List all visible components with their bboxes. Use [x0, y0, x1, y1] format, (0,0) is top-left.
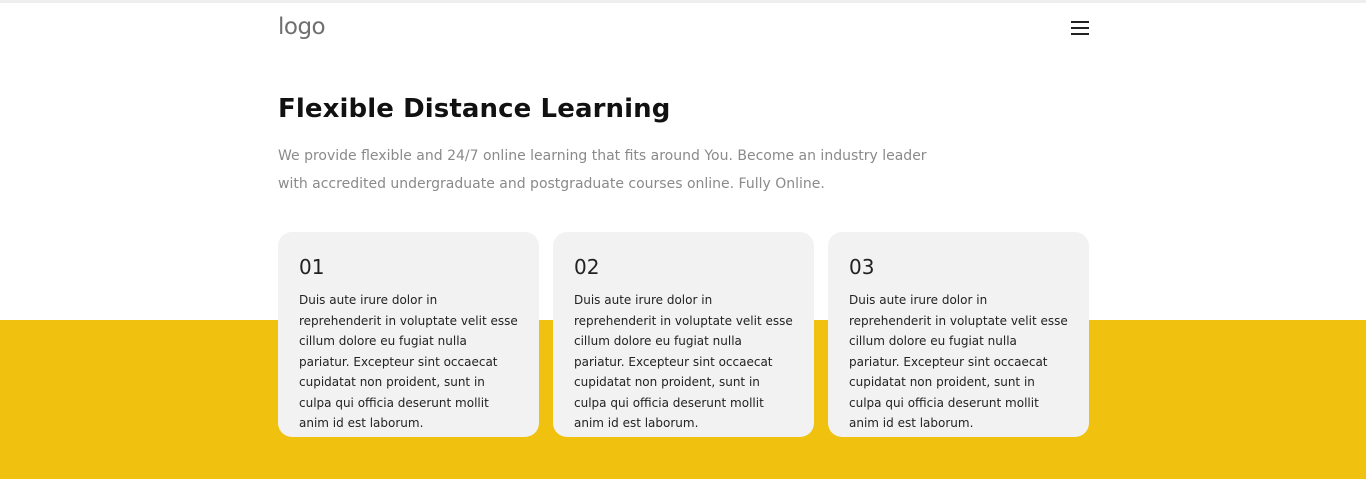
logo[interactable]: logo	[278, 12, 326, 42]
feature-card: 02 Duis aute irure dolor in reprehenderi…	[553, 232, 814, 437]
page-title: Flexible Distance Learning	[278, 94, 671, 124]
site-header: logo	[278, 12, 1089, 44]
card-number: 01	[299, 255, 325, 279]
feature-card: 03 Duis aute irure dolor in reprehenderi…	[828, 232, 1089, 437]
menu-bar	[1071, 21, 1089, 23]
menu-bar	[1071, 33, 1089, 35]
card-text: Duis aute irure dolor in reprehenderit i…	[574, 293, 793, 430]
card-number: 02	[574, 255, 600, 279]
card-text: Duis aute irure dolor in reprehenderit i…	[299, 293, 518, 430]
feature-card: 01 Duis aute irure dolor in reprehenderi…	[278, 232, 539, 437]
card-number: 03	[849, 255, 875, 279]
main-container: logo Flexible Distance Learning We provi…	[278, 0, 1089, 479]
card-text: Duis aute irure dolor in reprehenderit i…	[849, 293, 1068, 430]
page-subtitle: We provide flexible and 24/7 online lear…	[278, 148, 927, 192]
hamburger-menu-icon[interactable]	[1071, 20, 1089, 36]
menu-bar	[1071, 27, 1089, 29]
feature-cards: 01 Duis aute irure dolor in reprehenderi…	[278, 232, 1089, 437]
